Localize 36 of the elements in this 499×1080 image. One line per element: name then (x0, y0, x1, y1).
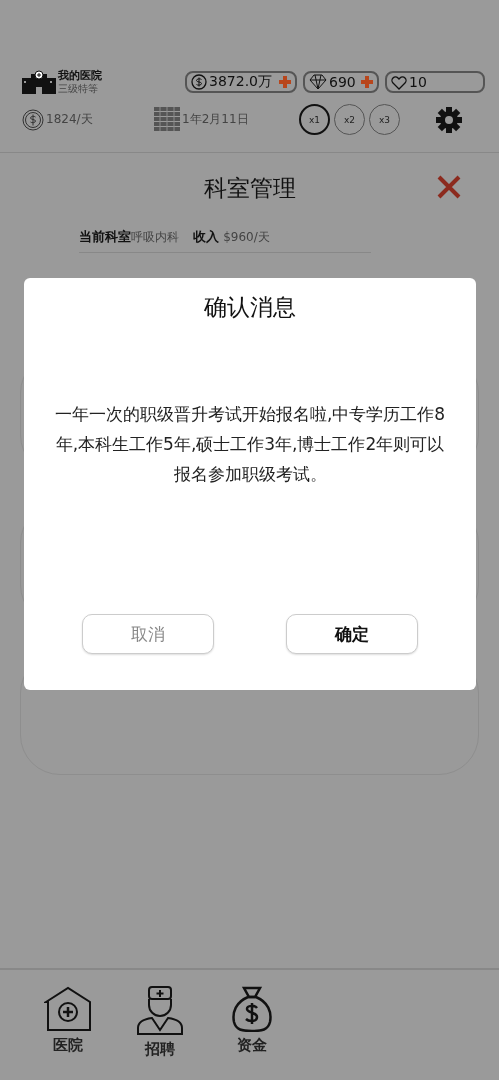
nav-label: 医院 (53, 1036, 83, 1055)
coin-icon (191, 74, 207, 90)
hospital-house-icon (44, 986, 92, 1032)
current-department: 当前科室呼吸内科 (79, 228, 179, 246)
doctor-icon (136, 986, 184, 1036)
game-date: 1年2月11日 (182, 111, 249, 128)
heart-icon (391, 74, 407, 90)
dialog-message: 一年一次的职级晋升考试开始报名啦,中专学历工作8年,本科生工作5年,硕士工作3年,博士工作2年则可以报名参加职级考试。 (54, 403, 446, 486)
daily-income: 1824/天 (46, 111, 93, 128)
department-income: 收入 $960/天 (193, 228, 270, 246)
panel-title: 科室管理 (203, 174, 296, 203)
hospital-icon (22, 70, 56, 94)
nav-tab[interactable]: 资金 (206, 970, 298, 1080)
speed-button[interactable]: x3 (369, 104, 400, 135)
coin-icon (22, 108, 44, 131)
money-bag-icon (230, 986, 274, 1032)
nav-tab[interactable]: 医院 (22, 970, 114, 1080)
cancel-button[interactable]: 取消 (82, 614, 214, 654)
add-icon[interactable] (361, 76, 373, 88)
calendar-icon (154, 106, 180, 133)
add-icon[interactable] (279, 76, 291, 88)
resource-value: 690 (329, 74, 357, 90)
speed-button[interactable]: x2 (334, 104, 365, 135)
resource-value: 10 (409, 74, 428, 90)
resource-value: 3872.0万 (209, 73, 273, 91)
dialog-title: 确认消息 (204, 293, 296, 322)
nav-label: 资金 (237, 1036, 267, 1055)
settings-icon[interactable] (436, 106, 462, 133)
speed-button[interactable]: x1 (299, 104, 330, 135)
diamond-icon (309, 74, 327, 90)
close-icon[interactable] (437, 175, 461, 199)
hospital-grade: 三级特等 (58, 82, 99, 94)
hospital-name: 我的医院 (58, 70, 102, 83)
nav-label: 招聘 (145, 1040, 175, 1059)
confirm-button[interactable]: 确定 (286, 614, 418, 654)
nav-tab[interactable]: 招聘 (114, 970, 206, 1080)
